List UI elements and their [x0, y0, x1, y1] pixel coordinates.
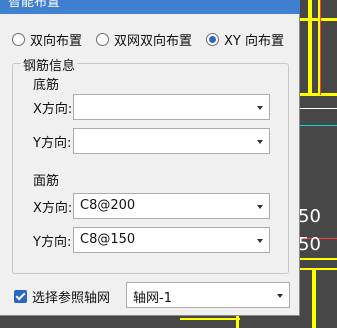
cad-white-line [300, 108, 337, 109]
top-x-dropdown[interactable]: C8@200 [73, 193, 270, 219]
radio-label: 双网双向布置 [114, 33, 193, 49]
layout-mode-radio-group: 双向布置 双网双向布置 XY 向布置 [12, 30, 298, 49]
chevron-down-icon[interactable] [257, 140, 263, 144]
chevron-down-icon[interactable] [277, 294, 283, 298]
radio-label: XY 向布置 [224, 33, 285, 49]
radio-button-icon[interactable] [96, 32, 110, 46]
rebar-info-group: 钢筋信息 底筋 X方向: Y方向: 面筋 X方向: C8@200 Y方向: C8… [12, 55, 289, 274]
cad-cyan-line [300, 125, 337, 126]
smart-layout-dialog: 智能布置 双向布置 双网双向布置 XY 向布置 钢筋信息 底筋 X方向: Y方向… [0, 0, 300, 316]
top-rebar-heading: 面筋 [33, 174, 60, 189]
radio-double-net-two-way[interactable]: 双网双向布置 [96, 30, 192, 49]
chevron-down-icon[interactable] [257, 239, 263, 243]
chevron-down-icon[interactable] [257, 106, 263, 110]
cad-yellow-line [308, 0, 312, 95]
radio-two-way[interactable]: 双向布置 [12, 30, 82, 49]
checkbox-checked-icon[interactable] [14, 290, 27, 303]
top-y-label: Y方向: [33, 235, 72, 250]
top-x-label: X方向: [33, 201, 73, 216]
dropdown-value: 轴网-1 [133, 291, 172, 306]
cad-yellow-line [300, 258, 337, 260]
bottom-x-label: X方向: [33, 102, 73, 117]
dropdown-value: C8@200 [80, 198, 136, 213]
dropdown-value: C8@150 [80, 232, 136, 247]
chevron-down-icon[interactable] [257, 205, 263, 209]
radio-xy-direction[interactable]: XY 向布置 [206, 30, 284, 49]
bottom-y-dropdown[interactable] [73, 128, 270, 154]
cad-yellow-line [300, 268, 337, 270]
bottom-y-label: Y方向: [33, 136, 72, 151]
radio-label: 双向布置 [30, 33, 83, 49]
cad-yellow-line [312, 270, 316, 328]
reference-axis-label: 选择参照轴网 [32, 291, 111, 306]
group-title: 钢筋信息 [21, 55, 78, 74]
cad-dimension-text: 50 [298, 234, 321, 255]
bottom-rebar-heading: 底筋 [33, 78, 60, 93]
dialog-titlebar[interactable]: 智能布置 [0, 0, 300, 14]
cad-red-line [320, 0, 321, 95]
top-y-dropdown[interactable]: C8@150 [73, 227, 270, 253]
dialog-title: 智能布置 [8, 0, 61, 10]
radio-button-icon[interactable] [12, 32, 25, 46]
bottom-x-dropdown[interactable] [73, 94, 270, 120]
axis-grid-dropdown[interactable]: 轴网-1 [126, 282, 290, 308]
reference-axis-checkbox-row[interactable]: 选择参照轴网 [14, 287, 110, 306]
radio-button-selected-icon[interactable] [206, 32, 220, 46]
cad-yellow-line [180, 318, 240, 320]
cad-dimension-text: 50 [298, 206, 321, 227]
